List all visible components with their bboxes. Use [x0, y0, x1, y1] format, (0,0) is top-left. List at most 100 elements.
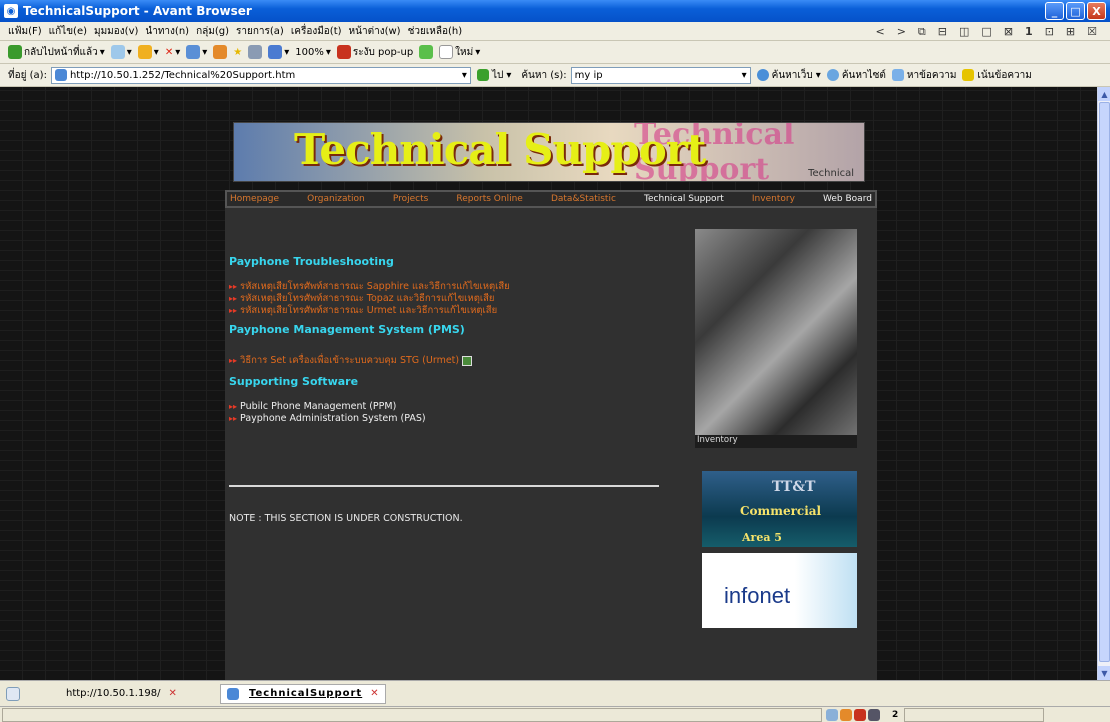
stop-icon: ✕ [164, 46, 174, 58]
forward-button[interactable]: ▾ [110, 45, 132, 59]
tile-horizontal-icon[interactable]: ⊟ [938, 25, 947, 39]
favorites-button[interactable]: ★ [233, 47, 242, 58]
ie-page-icon [54, 69, 67, 81]
tab-1-close-icon[interactable]: ✕ [168, 688, 176, 699]
zoom-select[interactable]: 100% ▾ [295, 47, 331, 58]
status-text-area [2, 707, 822, 722]
menu-view[interactable]: มุมมอง(v) [94, 24, 138, 39]
menu-window[interactable]: หน้าต่าง(w) [349, 24, 401, 39]
menu-bar: แฟ้ม(F) แก้ไข(e) มุมมอง(v) นำทาง(n) กลุ่… [0, 22, 1110, 41]
status-icon-2[interactable] [840, 708, 852, 721]
menu-navigate[interactable]: นำทาง(n) [145, 24, 189, 39]
status-zone [904, 707, 1045, 722]
divider [229, 485, 659, 487]
nav-projects[interactable]: Projects [393, 194, 428, 204]
search-input[interactable]: my ip ▾ [570, 66, 751, 84]
search-site-label: ค้นหาไซต์ [841, 69, 886, 81]
home-button[interactable]: ▾ [137, 45, 159, 59]
highlight-button[interactable]: เน้นข้อความ [962, 68, 1032, 83]
forward-arrow-icon [110, 45, 125, 59]
nav-web-board[interactable]: Web Board [823, 194, 872, 204]
menu-file[interactable]: แฟ้ม(F) [8, 24, 42, 39]
home-icon [137, 45, 152, 59]
payphone-image[interactable]: Inventory [695, 229, 857, 448]
tt-commercial-text: Commercial [740, 504, 822, 518]
address-dropdown-icon[interactable]: ▾ [462, 70, 467, 81]
flash-button[interactable] [419, 45, 434, 59]
back-button[interactable]: กลับไปหน้าที่แล้ว ▾ [8, 45, 105, 60]
menu-tools[interactable]: เครื่องมือ(t) [291, 24, 342, 39]
tab-1[interactable]: http://10.50.1.198/ ✕ [60, 684, 220, 704]
back-label: กลับไปหน้าที่แล้ว [24, 46, 98, 58]
close-tab-icon[interactable]: ☒ [1087, 25, 1097, 39]
link-stg-setup[interactable]: ▸▸ วิธีการ Set เครื่องเพื่อเข้าระบบควบคุม… [229, 353, 473, 368]
infonet-banner[interactable]: infonet [702, 553, 857, 628]
status-icon-1[interactable] [826, 708, 838, 721]
nav-organization[interactable]: Organization [307, 194, 365, 204]
bullet-icon: ▸▸ [229, 294, 238, 303]
address-bar: ที่อยู่ (a): http://10.50.1.252/Technica… [0, 64, 1110, 87]
popup-blocker-button[interactable]: ระงับ pop-up [336, 45, 413, 60]
home-page-button[interactable] [213, 45, 228, 59]
menu-group[interactable]: กลุ่ม(g) [196, 24, 229, 39]
restore-icon[interactable]: ⊡ [1045, 25, 1054, 39]
prev-tab-icon[interactable]: < [875, 25, 884, 39]
menu-favorites[interactable]: รายการ(a) [236, 24, 284, 39]
scroll-down-icon[interactable]: ▼ [1098, 666, 1110, 680]
menu-help[interactable]: ช่วยเหลือ(h) [408, 24, 463, 39]
tab-2[interactable]: TechnicalSupport ✕ [220, 683, 386, 704]
page-viewport: Technical Support Technical Support Tech… [0, 87, 1097, 680]
stop-button[interactable]: ✕ ▾ [165, 47, 180, 58]
print-button[interactable] [248, 45, 263, 59]
find-text-button[interactable]: หาข้อความ [891, 68, 957, 83]
tab-2-close-icon[interactable]: ✕ [370, 688, 378, 699]
nav-inventory[interactable]: Inventory [752, 194, 795, 204]
address-input[interactable]: http://10.50.1.252/Technical%20Support.h… [50, 66, 471, 84]
tab-1-label: http://10.50.1.198/ [66, 688, 161, 699]
window-count: 1 [1025, 25, 1033, 38]
minimize-button[interactable]: _ [1045, 2, 1064, 20]
menu-edit[interactable]: แก้ไข(e) [49, 24, 87, 39]
tab-list-icon[interactable] [6, 686, 20, 701]
next-tab-icon[interactable]: > [897, 25, 906, 39]
page-icon [268, 45, 283, 59]
vertical-scrollbar[interactable]: ▲ ▼ [1097, 87, 1110, 680]
maximize-button[interactable]: □ [1066, 2, 1085, 20]
page-button[interactable]: ▾ [268, 45, 289, 59]
nav-reports-online[interactable]: Reports Online [456, 194, 522, 204]
link-pas[interactable]: ▸▸ Payphone Administration System (PAS) [229, 413, 426, 424]
tile-vertical-icon[interactable]: ◫ [959, 25, 969, 39]
popup-status-icon[interactable] [854, 708, 866, 721]
maximize-tab-icon[interactable]: ⊞ [1066, 25, 1075, 39]
tt-commercial-area-banner[interactable]: TT&T Commercial Area 5 [702, 471, 857, 547]
printer-icon [248, 45, 263, 59]
single-window-icon[interactable]: □ [981, 25, 991, 39]
tile-icon[interactable]: ⧉ [918, 25, 926, 39]
find-label: หาข้อความ [906, 69, 957, 81]
search-web-button[interactable]: ค้นหาเว็บ ▾ [756, 68, 821, 83]
app-icon: ◉ [4, 4, 18, 18]
back-arrow-icon [8, 45, 22, 59]
banner-title: Technical Support [294, 125, 706, 174]
ie-page-icon [227, 687, 239, 700]
link-urmet[interactable]: ▸▸ รหัสเหตุเสียโทรศัพท์สาธารณะ Urmet และว… [229, 303, 497, 318]
scroll-up-icon[interactable]: ▲ [1098, 87, 1110, 101]
close-window-icon[interactable]: ⊠ [1004, 25, 1013, 39]
scroll-thumb[interactable] [1099, 102, 1110, 662]
go-icon [476, 69, 489, 81]
new-tab-button[interactable]: ใหม่ ▾ [439, 45, 480, 60]
status-icon-4[interactable] [868, 708, 880, 721]
refresh-button[interactable]: ▾ [186, 45, 207, 59]
nav-homepage[interactable]: Homepage [230, 194, 279, 204]
banner-image: Technical Support Technical Support Tech… [233, 122, 865, 182]
link-ppm[interactable]: ▸▸ Pubilc Phone Management (PPM) [229, 401, 396, 412]
search-web-label: ค้นหาเว็บ [771, 69, 813, 81]
site-search-icon [826, 69, 839, 81]
nav-technical-support[interactable]: Technical Support [644, 194, 724, 204]
nav-data-statistic[interactable]: Data&Statistic [551, 194, 616, 204]
go-button[interactable]: ไป ▾ [476, 68, 511, 83]
search-dropdown-icon[interactable]: ▾ [742, 70, 747, 81]
close-button[interactable]: X [1087, 2, 1106, 20]
search-site-button[interactable]: ค้นหาไซต์ [826, 68, 886, 83]
tab-bar: http://10.50.1.198/ ✕ TechnicalSupport ✕ [0, 680, 1110, 706]
